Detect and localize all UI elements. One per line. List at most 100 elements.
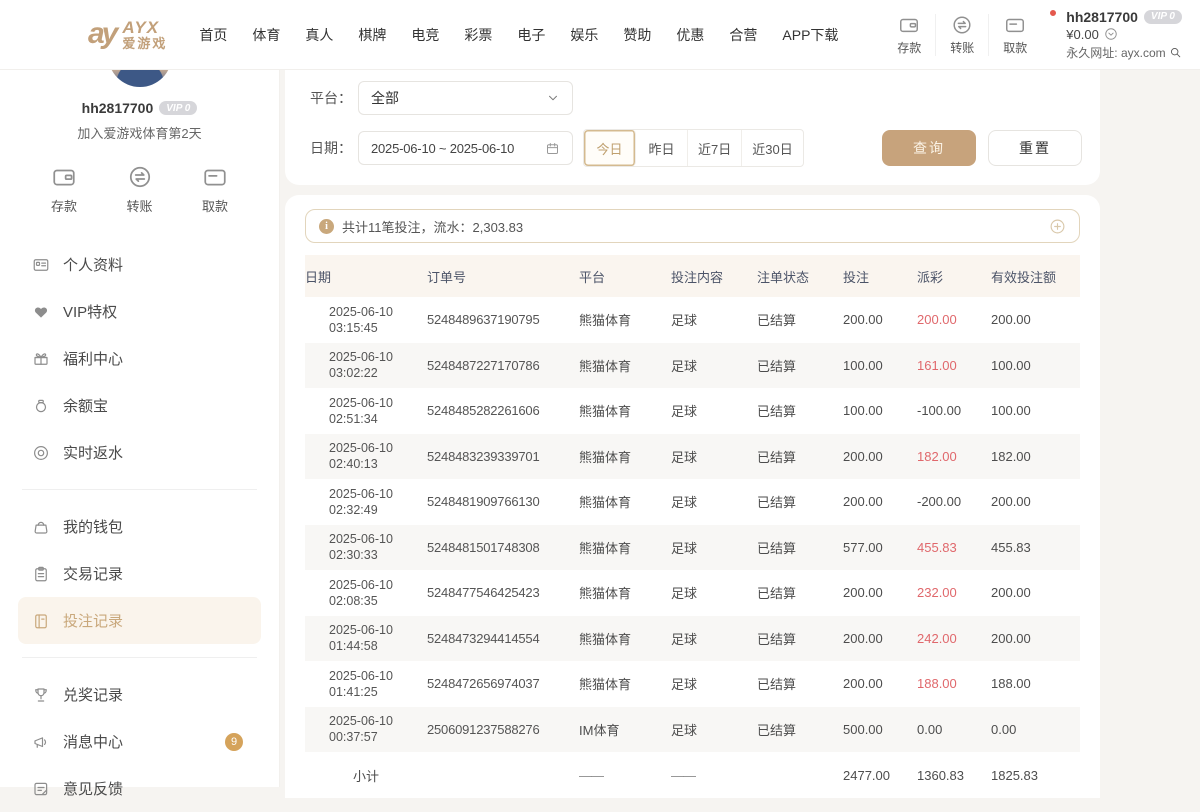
- date-range-input[interactable]: 2025-06-10 ~ 2025-06-10: [358, 131, 573, 165]
- header-quick-actions: 存款 转账 取款: [883, 14, 1041, 56]
- sidebar-menu-item[interactable]: 余额宝: [18, 382, 261, 429]
- nav-item[interactable]: APP下载: [782, 25, 838, 45]
- sidebar-menu-item[interactable]: VIP特权: [18, 288, 261, 335]
- brand-name-cn: 爱游戏: [122, 37, 167, 51]
- table-row: 2025-06-10 02:32:49 5248481909766130 熊猫体…: [305, 479, 1080, 525]
- cell-status: 已结算: [757, 720, 843, 739]
- action-label: 取款: [1003, 39, 1027, 56]
- cell-status: 已结算: [757, 629, 843, 648]
- date-range-button[interactable]: 近30日: [742, 130, 802, 166]
- header-quick-action[interactable]: 转账: [935, 14, 988, 56]
- header-quick-action[interactable]: 存款: [883, 14, 935, 56]
- nav-item[interactable]: 娱乐: [570, 25, 598, 45]
- notification-dot: [1049, 9, 1057, 17]
- table-row: 2025-06-10 01:41:25 5248472656974037 熊猫体…: [305, 661, 1080, 707]
- platform-selected-value: 全部: [371, 88, 399, 108]
- subtotal-payout: 1360.83: [917, 768, 991, 783]
- cell-platform: IM体育: [579, 720, 671, 739]
- sidebar-menu-item[interactable]: 交易记录: [18, 550, 261, 597]
- cell-platform: 熊猫体育: [579, 629, 671, 648]
- cell-bet-content: 足球: [671, 447, 757, 466]
- cell-time: 02:40:13: [329, 456, 421, 472]
- search-button[interactable]: 查询: [882, 130, 976, 166]
- sidebar-menu-item[interactable]: 消息中心 9: [18, 718, 261, 765]
- platform-select[interactable]: 全部: [358, 81, 573, 115]
- main-nav: 首页 体育 真人 棋牌 电竞 彩票 电子 娱乐 赞助 优惠 合营 APP下载: [199, 25, 838, 45]
- sidebar-menu-item[interactable]: 投注记录: [18, 597, 261, 644]
- column-header: 平台: [579, 267, 671, 286]
- sidebar-menu-item[interactable]: 意见反馈: [18, 765, 261, 812]
- cell-order-number: 5248483239339701: [427, 449, 579, 464]
- menu-item-icon: [32, 444, 50, 462]
- menu-item-label: 意见反馈: [63, 778, 123, 799]
- column-header: 日期: [305, 267, 427, 286]
- cell-bet-amount: 200.00: [843, 585, 917, 600]
- cell-valid-amount: 200.00: [991, 494, 1080, 509]
- cell-status: 已结算: [757, 356, 843, 375]
- nav-item[interactable]: 合营: [729, 25, 757, 45]
- cell-date: 2025-06-10: [329, 713, 421, 729]
- balance-dropdown-icon[interactable]: [1104, 27, 1118, 41]
- date-range-button[interactable]: 近7日: [688, 130, 742, 166]
- nav-item[interactable]: 彩票: [464, 25, 492, 45]
- chevron-down-icon: [546, 91, 560, 105]
- cell-valid-amount: 100.00: [991, 403, 1080, 418]
- cell-order-number: 5248477546425423: [427, 585, 579, 600]
- nav-item[interactable]: 电子: [517, 25, 545, 45]
- action-label: 存款: [51, 196, 77, 215]
- nav-item[interactable]: 棋牌: [358, 25, 386, 45]
- nav-item[interactable]: 体育: [252, 25, 280, 45]
- brand-logo[interactable]: ay AYX 爱游戏: [88, 19, 167, 50]
- menu-divider: [22, 489, 257, 490]
- action-label: 转账: [950, 39, 974, 56]
- plus-circle-icon[interactable]: [1049, 218, 1066, 235]
- sidebar-menu-item[interactable]: 福利中心: [18, 335, 261, 382]
- date-range-button[interactable]: 昨日: [636, 130, 688, 166]
- sidebar-quick-action[interactable]: 存款: [34, 164, 94, 215]
- brand-name-en: AYX: [122, 19, 167, 37]
- column-header: 有效投注额: [991, 267, 1080, 286]
- menu-item-icon: [32, 780, 50, 798]
- top-header: ay AYX 爱游戏 首页 体育 真人 棋牌 电竞 彩票 电子 娱乐 赞助 优惠 合营 APP下载 存…: [0, 0, 1200, 70]
- sidebar-menu-item[interactable]: 实时返水: [18, 429, 261, 476]
- date-range-value: 2025-06-10 ~ 2025-06-10: [371, 141, 514, 156]
- cell-bet-amount: 200.00: [843, 676, 917, 691]
- menu-item-label: 个人资料: [63, 254, 123, 275]
- table-body: 2025-06-10 03:15:45 5248489637190795 熊猫体…: [305, 297, 1080, 752]
- header-quick-action[interactable]: 取款: [988, 14, 1041, 56]
- action-label: 转账: [126, 196, 152, 215]
- sidebar-menu-item[interactable]: 我的钱包: [18, 503, 261, 550]
- cell-status: 已结算: [757, 674, 843, 693]
- sidebar-quick-action[interactable]: 取款: [185, 164, 245, 215]
- info-icon: i: [319, 219, 334, 234]
- cell-valid-amount: 100.00: [991, 358, 1080, 373]
- nav-item[interactable]: 首页: [199, 25, 227, 45]
- nav-item[interactable]: 赞助: [623, 25, 651, 45]
- search-icon[interactable]: [1169, 46, 1182, 59]
- reset-button[interactable]: 重置: [988, 130, 1082, 166]
- table-row: 2025-06-10 02:40:13 5248483239339701 熊猫体…: [305, 434, 1080, 480]
- menu-item-icon: [32, 565, 50, 583]
- summary-bar: i 共计11笔投注，流水：2,303.83: [305, 209, 1080, 243]
- sidebar-menu-item[interactable]: 个人资料: [18, 241, 261, 288]
- cell-valid-amount: 182.00: [991, 449, 1080, 464]
- cell-platform: 熊猫体育: [579, 674, 671, 693]
- nav-item[interactable]: 优惠: [676, 25, 704, 45]
- action-label: 取款: [202, 196, 228, 215]
- date-range-button[interactable]: 今日: [584, 130, 636, 166]
- sidebar-menu-item[interactable]: 兑奖记录: [18, 671, 261, 718]
- cell-bet-content: 足球: [671, 310, 757, 329]
- action-icon: [951, 14, 973, 36]
- table-row: 2025-06-10 01:44:58 5248473294414554 熊猫体…: [305, 616, 1080, 662]
- cell-bet-content: 足球: [671, 401, 757, 420]
- cell-payout: -100.00: [917, 403, 991, 418]
- menu-item-label: 兑奖记录: [63, 684, 123, 705]
- nav-item[interactable]: 电竞: [411, 25, 439, 45]
- nav-item[interactable]: 真人: [305, 25, 333, 45]
- filter-panel: 平台： 全部 日期： 2025-06-10 ~ 2025-06-10 今日昨日近…: [285, 70, 1100, 185]
- table-row: 2025-06-10 02:51:34 5248485282261606 熊猫体…: [305, 388, 1080, 434]
- cell-bet-amount: 500.00: [843, 722, 917, 737]
- table-row: 2025-06-10 03:15:45 5248489637190795 熊猫体…: [305, 297, 1080, 343]
- cell-valid-amount: 0.00: [991, 722, 1080, 737]
- sidebar-quick-action[interactable]: 转账: [110, 164, 170, 215]
